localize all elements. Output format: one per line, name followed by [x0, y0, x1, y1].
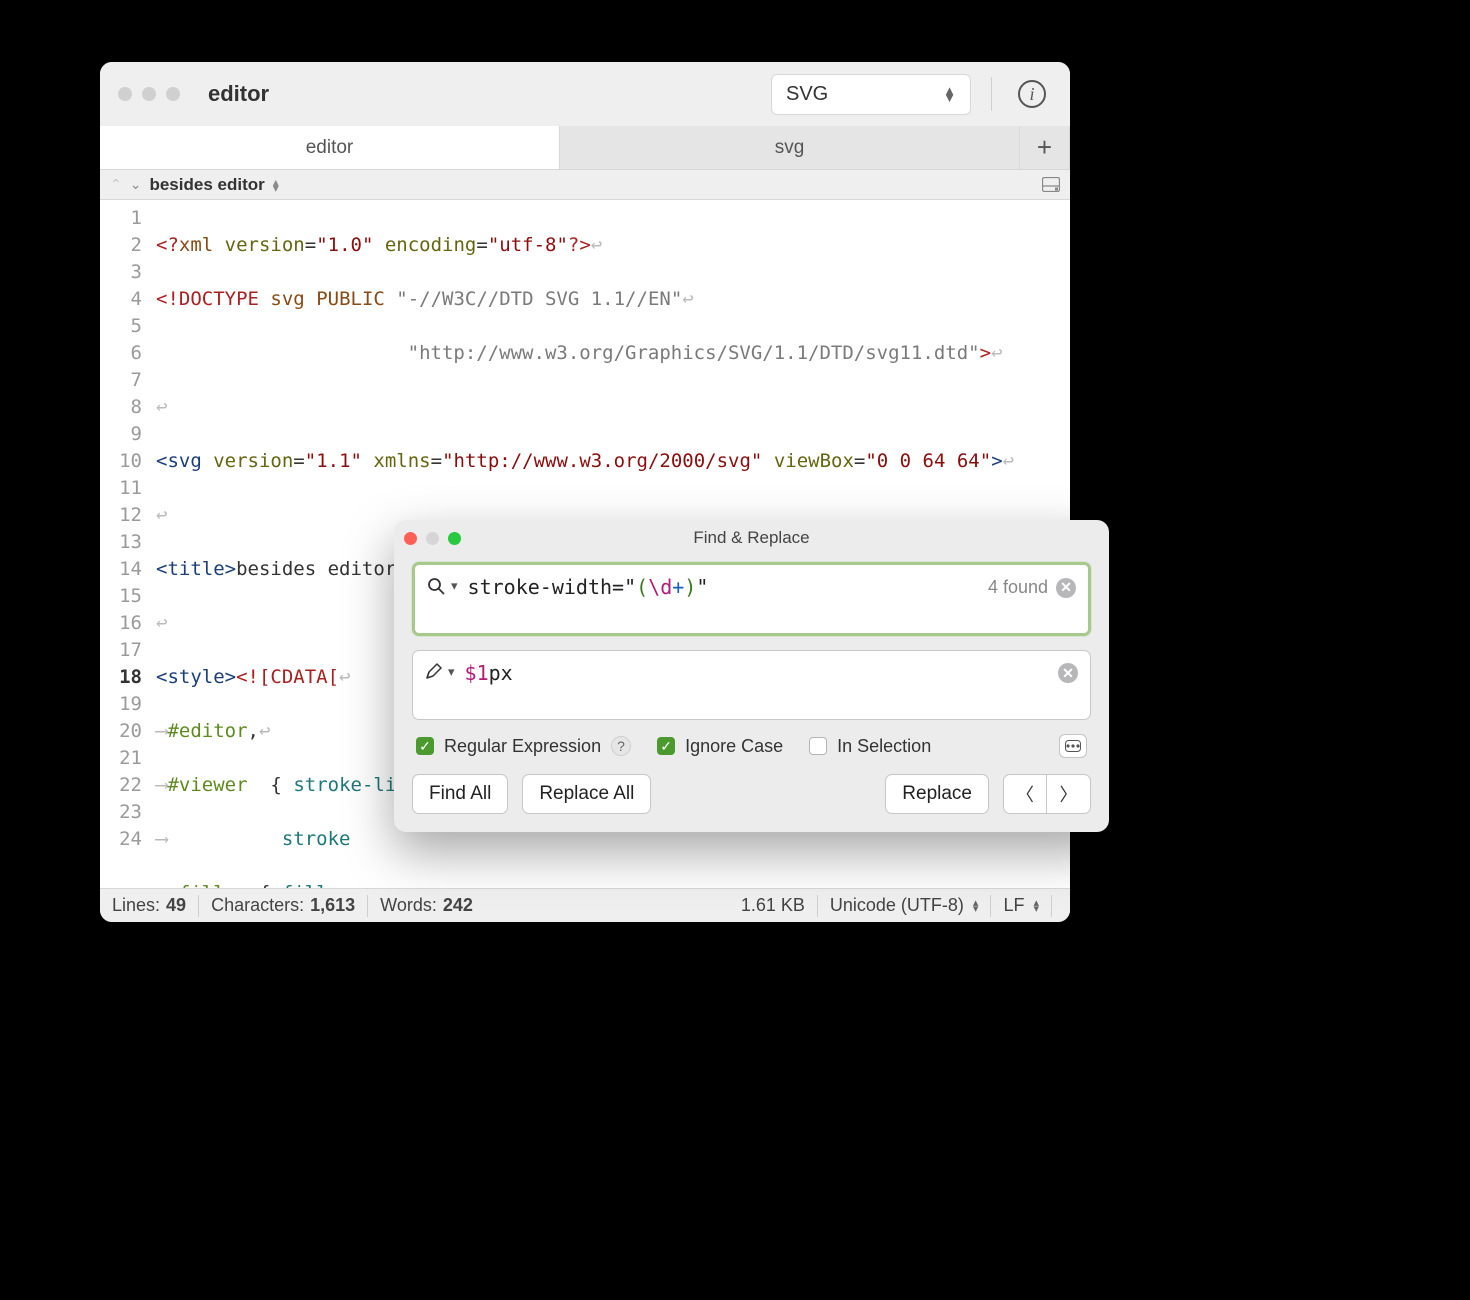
updown-icon: ▲▼	[943, 87, 956, 101]
sb-lines-value: 49	[166, 895, 186, 916]
find-all-button[interactable]: Find All	[412, 774, 508, 814]
find-replace-dialog: Find & Replace ▾ stroke-width="(\d+)" 4 …	[394, 520, 1109, 832]
dialog-title: Find & Replace	[394, 528, 1109, 548]
titlebar: editor SVG ▲▼ i	[100, 62, 1070, 126]
search-icon	[427, 577, 445, 595]
statusbar: Lines: 49 Characters: 1,613 Words: 242 1…	[100, 888, 1070, 922]
help-icon[interactable]: ?	[611, 736, 631, 756]
pencil-icon	[425, 663, 442, 680]
replace-button[interactable]: Replace	[885, 774, 989, 814]
sb-words-label: Words:	[380, 895, 437, 916]
find-input-content: stroke-width="(\d+)"	[468, 575, 709, 599]
updown-icon: ▴▾	[973, 900, 979, 912]
sb-size: 1.61 KB	[741, 895, 805, 916]
options-row: ✓ Regular Expression ? ✓ Ignore Case In …	[412, 734, 1091, 774]
chevron-down-icon[interactable]: ▾	[451, 578, 458, 594]
chevron-down-icon[interactable]: ▾	[448, 664, 455, 680]
dialog-titlebar: Find & Replace	[394, 520, 1109, 550]
replace-input-content: $1px	[465, 661, 513, 685]
more-options-icon[interactable]	[1059, 734, 1087, 758]
close-icon[interactable]	[118, 87, 132, 101]
inselection-label: In Selection	[837, 736, 931, 757]
sb-encoding[interactable]: Unicode (UTF-8)	[830, 895, 964, 916]
dialog-body: ▾ stroke-width="(\d+)" 4 found ✕ ▾ $1px …	[394, 550, 1109, 774]
dialog-buttons: Find All Replace All Replace 〈 〉	[394, 774, 1109, 814]
window-title: editor	[208, 81, 761, 107]
chevron-down-icon[interactable]: ⌄	[130, 176, 142, 193]
sb-chars-value: 1,613	[310, 895, 355, 916]
new-tab-button[interactable]: +	[1020, 126, 1070, 169]
sb-chars-label: Characters:	[211, 895, 304, 916]
window-controls	[118, 87, 180, 101]
tab-label: svg	[775, 137, 805, 159]
zoom-icon[interactable]	[166, 87, 180, 101]
sb-words-value: 242	[443, 895, 473, 916]
chevron-up-icon[interactable]: ⌃	[110, 176, 122, 193]
clear-icon[interactable]: ✕	[1058, 663, 1078, 683]
path-dropdown-icon[interactable]: ▴▾	[273, 179, 279, 191]
find-result-count: 4 found	[988, 577, 1048, 598]
minimize-icon[interactable]	[142, 87, 156, 101]
clear-icon[interactable]: ✕	[1056, 578, 1076, 598]
tab-label: editor	[306, 137, 354, 159]
updown-icon: ▴▾	[1033, 900, 1039, 912]
ignorecase-checkbox[interactable]: ✓	[657, 737, 675, 755]
gutter: 1234 5678 9101112 13141516 17181920 2122…	[100, 200, 150, 888]
sidebar-toggle-icon[interactable]	[1042, 177, 1060, 192]
prev-match-button[interactable]: 〈	[1003, 774, 1047, 814]
sb-lineending[interactable]: LF	[1003, 895, 1024, 916]
find-field[interactable]: ▾ stroke-width="(\d+)" 4 found ✕	[412, 562, 1091, 636]
nav-buttons: 〈 〉	[1003, 774, 1091, 814]
inselection-checkbox[interactable]	[809, 737, 827, 755]
tabbar: editor svg +	[100, 126, 1070, 170]
language-select-label: SVG	[786, 83, 828, 106]
info-icon[interactable]: i	[1018, 80, 1046, 108]
regex-label: Regular Expression	[444, 736, 601, 757]
next-match-button[interactable]: 〉	[1047, 774, 1091, 814]
tab-editor[interactable]: editor	[100, 126, 560, 169]
divider	[991, 77, 992, 111]
ignorecase-label: Ignore Case	[685, 736, 783, 757]
replace-all-button[interactable]: Replace All	[522, 774, 651, 814]
pathbar: ⌃ ⌄ besides editor ▴▾	[100, 170, 1070, 200]
sb-lines-label: Lines:	[112, 895, 160, 916]
path-text[interactable]: besides editor	[149, 175, 264, 195]
tab-svg[interactable]: svg	[560, 126, 1020, 169]
language-select[interactable]: SVG ▲▼	[771, 74, 971, 115]
regex-checkbox[interactable]: ✓	[416, 737, 434, 755]
replace-field[interactable]: ▾ $1px ✕	[412, 650, 1091, 720]
